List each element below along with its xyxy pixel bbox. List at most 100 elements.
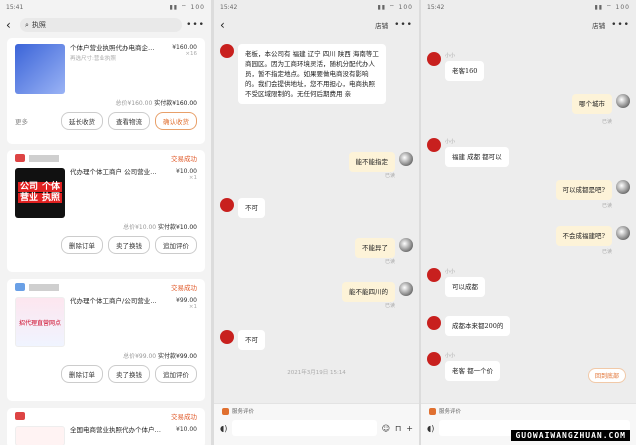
seller-avatar[interactable] bbox=[220, 198, 234, 212]
seller-nickname: 小小 bbox=[445, 53, 456, 59]
user-avatar[interactable] bbox=[399, 152, 413, 166]
add-review-button[interactable]: 追加评价 bbox=[155, 236, 197, 254]
chat-message: 不可 bbox=[220, 198, 265, 218]
seller-avatar[interactable] bbox=[427, 138, 441, 152]
view-logistics-button[interactable]: 查看物流 bbox=[108, 112, 150, 130]
emoji-icon[interactable]: ☺ bbox=[382, 424, 390, 433]
review-icon bbox=[429, 407, 436, 415]
more-icon[interactable]: ••• bbox=[394, 20, 413, 30]
seller-nickname: 小小 bbox=[445, 269, 456, 275]
message-text: 哪个城市 bbox=[572, 94, 612, 114]
order-total: 总价¥99.00 bbox=[123, 353, 157, 360]
service-review-link[interactable]: 服务评价 bbox=[439, 407, 461, 415]
product-thumbnail[interactable]: 招代理直营网点 bbox=[15, 297, 65, 347]
chat-message: 小小 福建 成都 都可以 bbox=[427, 138, 509, 167]
message-input[interactable] bbox=[232, 420, 377, 436]
product-title[interactable]: 代办理个体工商户/公司营业… bbox=[70, 297, 166, 347]
extend-receipt-button[interactable]: 延长收货 bbox=[61, 112, 103, 130]
signal-icons: ▮▮ ⌔ 100 bbox=[594, 4, 630, 11]
seller-avatar[interactable] bbox=[427, 352, 441, 366]
chat-message: 老板，本公司有 福建 辽宁 四川 陕西 海南等工商园区。因为工商环境灵活，随机分… bbox=[220, 44, 386, 104]
shop-link[interactable]: 店铺 bbox=[375, 20, 388, 30]
shop-name-redacted bbox=[29, 283, 59, 291]
chat-message: 能不能指定 bbox=[348, 152, 413, 172]
message-text: 不可 bbox=[238, 330, 265, 350]
user-avatar[interactable] bbox=[399, 282, 413, 296]
chat-message: 不会成福建吧? bbox=[555, 226, 630, 246]
chat-message: 小小 可以成都 bbox=[427, 268, 485, 297]
product-thumbnail[interactable] bbox=[15, 426, 65, 445]
chat-message: 小小 老客 都一个价 bbox=[427, 352, 501, 381]
order-status: 交易成功 bbox=[171, 155, 197, 163]
product-price: ¥99.00 bbox=[176, 297, 197, 304]
user-avatar[interactable] bbox=[616, 94, 630, 108]
message-text: 老板，本公司有 福建 辽宁 四川 陕西 海南等工商园区。因为工商环境灵活，随机分… bbox=[238, 44, 386, 104]
order-status: 交易成功 bbox=[171, 413, 197, 421]
message-text: 能不能指定 bbox=[348, 152, 395, 172]
seller-avatar[interactable] bbox=[427, 52, 441, 66]
order-paid: 实付款¥99.00 bbox=[158, 353, 197, 360]
plus-icon[interactable]: + bbox=[406, 424, 413, 433]
product-qty: ×16 bbox=[185, 51, 197, 57]
chat-message: 哪个城市 bbox=[572, 94, 630, 114]
seller-avatar[interactable] bbox=[220, 330, 234, 344]
product-title[interactable]: 代办理个体工商户 公司营业… bbox=[70, 168, 166, 218]
product-price: ¥160.00 bbox=[172, 44, 197, 51]
voice-icon[interactable]: ◖) bbox=[220, 424, 227, 433]
shop-link[interactable]: 店铺 bbox=[592, 20, 605, 30]
order-card[interactable]: 个体户营业执照代办电商企… 再选尺寸:营业执照 ¥160.00 ×16 总价¥160… bbox=[7, 38, 205, 144]
back-arrow-icon[interactable]: ‹ bbox=[6, 18, 16, 32]
status-bar: 15:42 ▮▮ ⌔ 100 bbox=[214, 0, 419, 14]
product-thumbnail[interactable] bbox=[15, 44, 65, 94]
message-text: 老客 都一个价 bbox=[445, 361, 501, 381]
review-icon bbox=[222, 407, 229, 415]
read-receipt: 已读 bbox=[384, 303, 395, 309]
product-title[interactable]: 全国电商营业执照代办个体户… bbox=[70, 426, 166, 445]
product-title[interactable]: 个体户营业执照代办电商企… bbox=[70, 44, 166, 53]
delete-order-button[interactable]: 删除订单 bbox=[61, 236, 103, 254]
product-price: ¥10.00 bbox=[176, 168, 197, 175]
order-card[interactable]: 交易成功 招代理直营网点 代办理个体工商户/公司营业… ¥99.00 ×1 总价¥… bbox=[7, 279, 205, 401]
seller-avatar[interactable] bbox=[427, 268, 441, 282]
message-text: 老客160 bbox=[445, 61, 485, 81]
message-text: 可以成都是吧? bbox=[555, 180, 612, 200]
orders-panel: 15:41 ▮▮ ⌔ 100 ‹ ⌕ 执照 ••• 个体户营业执照代办电商企… 再选尺… bbox=[0, 0, 211, 445]
status-bar: 15:41 ▮▮ ⌔ 100 bbox=[0, 0, 211, 14]
message-text: 能不能四川的 bbox=[342, 282, 395, 302]
cart-icon[interactable]: ⊓ bbox=[395, 424, 401, 433]
more-link[interactable]: 更多 bbox=[15, 116, 28, 126]
read-receipt: 已读 bbox=[601, 203, 612, 209]
user-avatar[interactable] bbox=[399, 238, 413, 252]
service-review-link[interactable]: 服务评价 bbox=[232, 407, 254, 415]
thumb-text: 个体 bbox=[40, 182, 63, 192]
user-avatar[interactable] bbox=[616, 226, 630, 240]
clock: 15:42 bbox=[427, 3, 445, 11]
resell-button[interactable]: 卖了换钱 bbox=[108, 236, 150, 254]
back-arrow-icon[interactable]: ‹ bbox=[220, 18, 230, 32]
resell-button[interactable]: 卖了换钱 bbox=[108, 365, 150, 383]
user-avatar[interactable] bbox=[616, 180, 630, 194]
more-icon[interactable]: ••• bbox=[186, 20, 205, 30]
timestamp: 2021年3月19日 15:14 bbox=[287, 370, 346, 376]
search-query: 执照 bbox=[31, 21, 46, 29]
voice-icon[interactable]: ◖) bbox=[427, 424, 434, 433]
shop-logo bbox=[15, 154, 25, 162]
read-receipt: 已读 bbox=[601, 249, 612, 255]
delete-order-button[interactable]: 删除订单 bbox=[61, 365, 103, 383]
chat-footer: 服务评价 ◖) ☺ ⊓ + bbox=[214, 403, 419, 445]
seller-avatar[interactable] bbox=[220, 44, 234, 58]
search-input[interactable]: ⌕ 执照 bbox=[20, 18, 183, 32]
product-qty: ×1 bbox=[188, 175, 197, 181]
back-to-bottom-button[interactable]: 回到底部 bbox=[587, 368, 626, 383]
order-card[interactable]: 交易成功 公司 个体 营业 执照 代办理个体工商户 公司营业… ¥10.00 ×1 总价… bbox=[7, 150, 205, 272]
shop-logo bbox=[15, 283, 25, 291]
seller-avatar[interactable] bbox=[427, 316, 441, 330]
confirm-receipt-button[interactable]: 确认收货 bbox=[155, 112, 197, 130]
product-spec: 再选尺寸:营业执照 bbox=[70, 56, 116, 62]
more-icon[interactable]: ••• bbox=[611, 20, 630, 30]
seller-nickname: 小小 bbox=[445, 353, 456, 359]
shop-name-redacted bbox=[29, 154, 59, 162]
order-card[interactable]: 交易成功 全国电商营业执照代办个体户… ¥10.00 bbox=[7, 408, 205, 445]
product-thumbnail[interactable]: 公司 个体 营业 执照 bbox=[15, 168, 65, 218]
add-review-button[interactable]: 追加评价 bbox=[155, 365, 197, 383]
